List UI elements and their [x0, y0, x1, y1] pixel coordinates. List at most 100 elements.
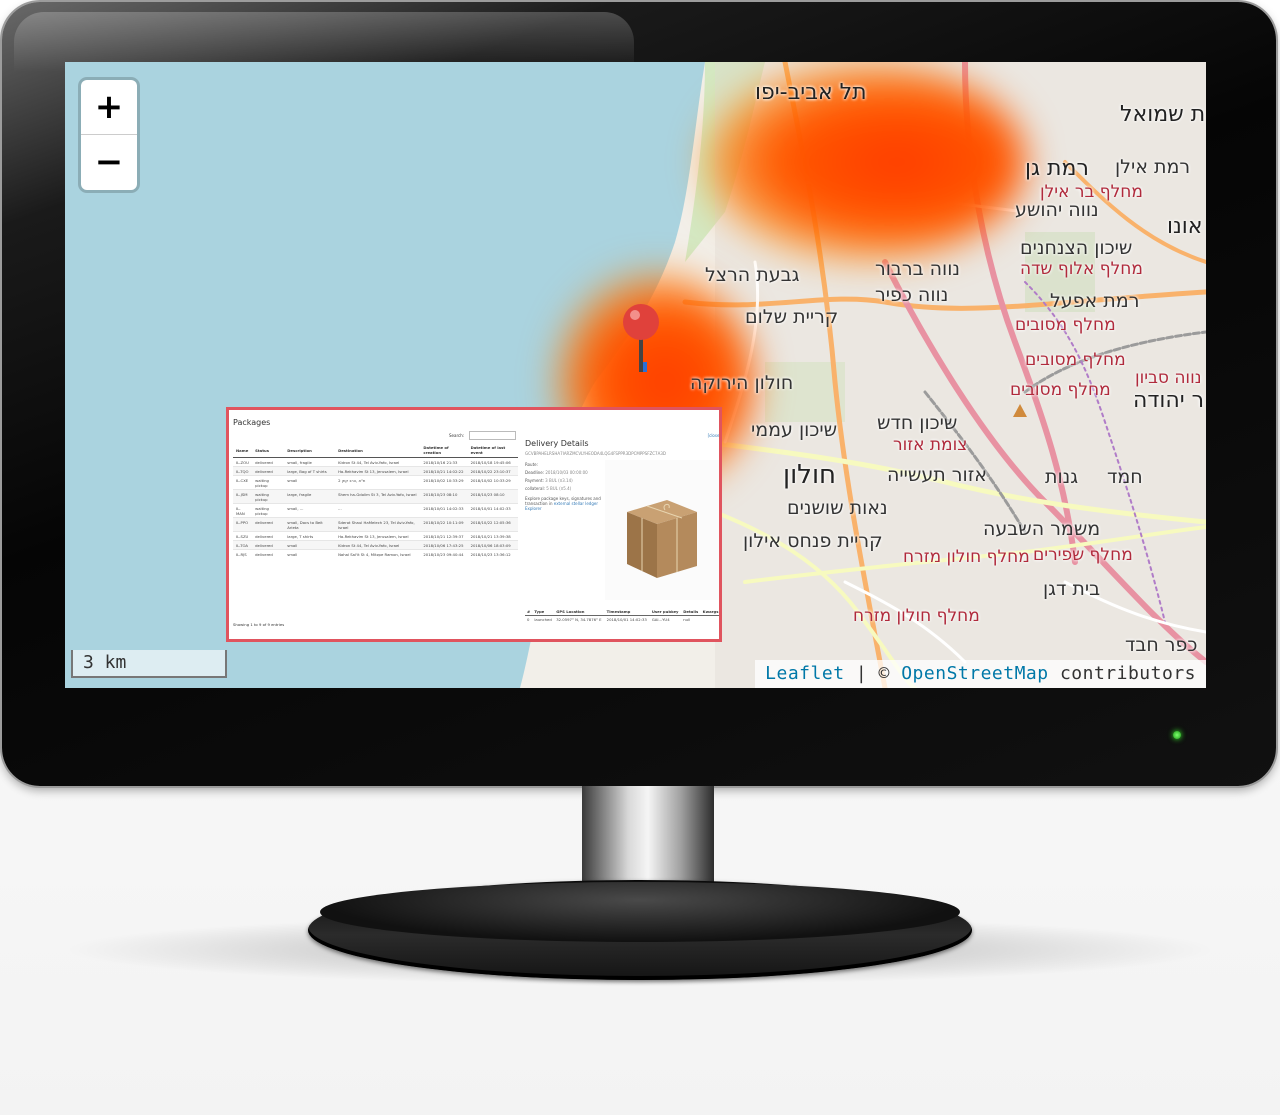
search-label: Search: — [449, 433, 465, 438]
table-cell: small — [284, 540, 336, 550]
place-label: כפר חבד — [1125, 634, 1198, 656]
payment-row: Payment: 3 BUL (¤3.14) — [525, 478, 573, 483]
table-cell: 2018/10/06 17:43:25 — [420, 540, 468, 550]
place-label: אזור תעשייה — [887, 464, 987, 486]
deadline-value: 2018/10/03 00:00:00 — [545, 470, 588, 475]
events-table: # Type GPS Location Timestamp User pubke… — [525, 608, 719, 624]
table-cell: ... — [335, 503, 421, 518]
zoom-in-button[interactable]: + — [81, 80, 137, 135]
table-cell: 2018/10/23 13:36:12 — [467, 549, 518, 558]
attribution-separator: | © — [844, 663, 902, 684]
column-header[interactable]: Destination — [335, 443, 421, 458]
close-link[interactable]: [close] — [708, 433, 719, 438]
explore-text: Explore package keys, signatures and tra… — [525, 496, 605, 511]
place-label: ר יהודה — [1133, 388, 1205, 413]
table-cell: 2018/10/18 19:45:06 — [467, 457, 518, 467]
table-cell: small — [284, 475, 336, 490]
map-attribution: Leaflet | © OpenStreetMap contributors — [755, 660, 1206, 688]
column-header[interactable]: Status — [252, 443, 285, 458]
place-label: רמת גן — [1025, 156, 1089, 181]
place-label: ת שמואל — [1120, 102, 1206, 127]
table-cell: Ha-Rekhavim St 13, Jerusalem, Israel — [335, 466, 421, 476]
table-row[interactable]: IL-ZOU delivered small, fragile Kidron St 4… — [233, 457, 518, 467]
table-cell: large, fragile — [284, 489, 336, 504]
table-cell: 2018/10/22 12:05:36 — [467, 517, 518, 532]
table-cell: Ha-Rekhavim St 13, Jerusalem, Israel — [335, 531, 421, 541]
table-cell: 0 — [527, 617, 530, 622]
column-header[interactable]: Description — [284, 443, 336, 458]
place-label: נווה יהושע — [1015, 199, 1099, 221]
collateral-label: collateral: — [525, 486, 545, 491]
table-row[interactable]: IL-SZU delivered large, T shirts Ha-Rekhavi… — [233, 531, 518, 541]
map-marker-pin-icon[interactable] — [621, 302, 661, 377]
table-row[interactable]: IL-MAN waiting pickup small, ...... 2018/10… — [233, 503, 518, 518]
table-row[interactable]: 0 launched 32.0597° N, 34.7876° E 2018/1… — [525, 616, 719, 624]
table-cell: delivered — [252, 466, 285, 476]
table-cell: 2018/10/01 14:02:33 — [420, 503, 468, 518]
table-cell: delivered — [252, 540, 285, 550]
table-cell: IL-JSM — [233, 489, 253, 504]
route-label: Route: — [525, 462, 538, 467]
collateral-value: 5 BUL (¤5.4) — [546, 486, 572, 491]
column-header[interactable]: Name — [233, 443, 253, 458]
table-cell: Nahal Sal'it St 4, Mitzpe Ramon, Israel — [335, 549, 421, 558]
table-cell: 2018/10/02 10:33:29 — [420, 475, 468, 490]
table-cell: Shem ha-Gdolim St 3, Tel Aviv-Yafo, Isra… — [335, 489, 421, 504]
table-row[interactable]: IL-JSM waiting pickup large, fragile Shem h… — [233, 489, 518, 504]
table-cell: waiting pickup — [252, 475, 285, 490]
place-label: מחלף מסובים — [1015, 315, 1116, 335]
deadline-row: Deadline: 2018/10/03 00:00:00 — [525, 470, 588, 475]
table-row[interactable]: IL-CXE waiting pickup small ת"א ,הרב קוק 22… — [233, 475, 518, 490]
column-header[interactable]: Datetime of creation — [420, 443, 468, 458]
package-photo — [605, 460, 719, 600]
table-cell: launched — [534, 617, 552, 622]
table-cell: delivered — [252, 531, 285, 541]
table-row[interactable]: IL-TQO delivered large, Bag of T shirts Ha-… — [233, 466, 518, 476]
table-cell: 2018/10/23 08:10 — [420, 489, 468, 504]
place-label: נווה כפיר — [875, 284, 949, 306]
collateral-row: collateral: 5 BUL (¤5.4) — [525, 486, 571, 491]
scale-bar: 3 km — [71, 650, 227, 678]
table-row[interactable]: IL-PPO delivered small, Docs to Beit Ariet… — [233, 517, 518, 532]
table-cell: IL-CXE — [233, 475, 253, 490]
place-label: קריית שלום — [745, 306, 839, 328]
table-cell: large, Bag of T shirts — [284, 466, 336, 476]
table-cell: 2018/10/01 14:02:33 — [467, 503, 518, 518]
place-label: משמר השבעה — [983, 518, 1101, 540]
table-row[interactable]: IL-TOA delivered small Kidron St 44, Tel Av… — [233, 540, 518, 550]
route-row: Route: — [525, 462, 538, 467]
table-row[interactable]: IL-RJS delivered small Nahal Sal'it St 4, M… — [233, 549, 518, 558]
zoom-out-button[interactable]: − — [81, 135, 137, 189]
place-label: רמת אילן — [1115, 156, 1191, 178]
place-label: נווה ברבור — [875, 258, 961, 280]
openstreetmap-link[interactable]: OpenStreetMap — [901, 663, 1048, 684]
table-cell: 2018/10/22 10:11:09 — [420, 517, 468, 532]
leaflet-link[interactable]: Leaflet — [765, 663, 844, 684]
attribution-contributors: contributors — [1048, 663, 1196, 684]
zoom-control: + − — [81, 80, 137, 190]
table-cell: 2018/10/16 21:33 — [420, 457, 468, 467]
table-cell: waiting pickup — [252, 489, 285, 504]
column-header[interactable]: Datetime of last event — [467, 443, 518, 458]
place-label: אונו — [1167, 214, 1203, 239]
place-label: חולון הירוקה — [690, 372, 794, 394]
column-header: Type — [532, 608, 555, 616]
column-header: Details — [681, 608, 701, 616]
table-cell: ת"א ,הרב קוק 2 — [335, 475, 421, 490]
search-input[interactable] — [469, 431, 516, 440]
table-cell: Kidron St 44, Tel Aviv-Yafo, Israel — [335, 540, 421, 550]
table-cell: IL-SZU — [233, 531, 253, 541]
place-label: מחלף חולון מזרח — [853, 606, 980, 626]
place-label: שיכון הצנחנים — [1020, 237, 1133, 259]
power-led-icon — [1173, 731, 1181, 739]
table-cell: delivered — [252, 457, 285, 467]
place-label: מחלף שפירים — [1033, 545, 1133, 565]
column-header: # — [525, 608, 533, 616]
place-label: רמת אפעל — [1050, 290, 1140, 312]
packages-table: Name Status Description Destination Date… — [233, 443, 518, 558]
table-cell: small — [284, 549, 336, 558]
table-cell: Kidron St 44, Tel Aviv-Yafo, Israel — [335, 457, 421, 467]
table-cell: IL-TOA — [233, 540, 253, 550]
table-cell: 2018/10/23 08:10 — [467, 489, 518, 504]
table-cell: delivered — [252, 517, 285, 532]
